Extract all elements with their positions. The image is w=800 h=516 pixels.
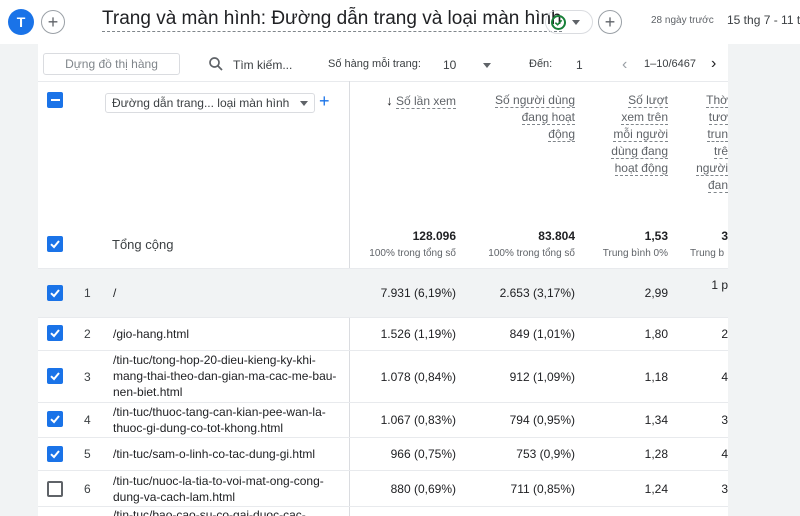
row-active-users: 912 (1,09%) xyxy=(509,370,575,384)
check-circle-icon xyxy=(551,14,566,30)
total-views: 128.096 xyxy=(412,229,456,243)
plus-icon: + xyxy=(604,12,616,32)
row-views-per-user: 1,18 xyxy=(644,370,668,384)
plot-rows-button[interactable]: Dựng đồ thị hàng xyxy=(43,53,180,75)
row-checkbox[interactable] xyxy=(47,325,63,341)
row-active-users: 753 (0,9%) xyxy=(516,447,575,461)
row-views-per-user: 1,28 xyxy=(644,447,668,461)
row-page-path[interactable]: / xyxy=(113,285,338,301)
row-views-per-user: 1,80 xyxy=(644,327,668,341)
dimension-select[interactable]: Đường dẫn trang... loại màn hình xyxy=(105,93,315,113)
select-all-checkbox[interactable] xyxy=(47,92,63,108)
row-number: 2 xyxy=(84,327,91,341)
add-comparison-button[interactable]: + xyxy=(41,10,65,34)
total-engagement-time: 3 xyxy=(721,229,728,243)
avatar[interactable]: T xyxy=(8,9,34,35)
row-page-path[interactable]: /tin-tuc/thuoc-tang-can-kian-pee-wan-la-… xyxy=(113,404,338,436)
left-gutter xyxy=(0,44,38,516)
chevron-down-icon[interactable] xyxy=(483,63,491,68)
row-active-users: 849 (1,01%) xyxy=(509,327,575,341)
row-page-path[interactable]: /tin-tuc/bao-cao-su-co-gai-duoc-cac- xyxy=(113,507,338,516)
add-report-button[interactable]: + xyxy=(598,10,622,34)
row-engagement-time: 2 xyxy=(721,327,728,341)
row-number: 3 xyxy=(84,370,91,384)
row-engagement-time: 1 p xyxy=(711,278,728,292)
divider xyxy=(38,437,728,438)
row-number: 5 xyxy=(84,447,91,461)
row-page-path[interactable]: /gio-hang.html xyxy=(113,326,338,342)
dimension-select-label: Đường dẫn trang... loại màn hình xyxy=(112,96,290,110)
row-views: 1.078 (0,84%) xyxy=(380,370,456,384)
row-views: 7.931 (6,19%) xyxy=(380,286,456,300)
chevron-down-icon xyxy=(300,101,308,106)
row-page-path[interactable]: /tin-tuc/sam-o-linh-co-tac-dung-gi.html xyxy=(113,446,338,462)
divider xyxy=(38,81,728,82)
search-input[interactable]: Tìm kiếm... xyxy=(233,58,292,72)
report-status-chip[interactable] xyxy=(545,10,593,34)
row-checkbox[interactable] xyxy=(47,285,63,301)
add-dimension-button[interactable]: + xyxy=(319,91,330,112)
page-range: 1–10/6467 xyxy=(644,58,696,70)
prev-page-icon[interactable]: ‹ xyxy=(622,56,627,74)
row-page-path[interactable]: /tin-tuc/nuoc-la-tia-to-voi-mat-ong-cong… xyxy=(113,473,338,505)
total-active-users: 83.804 xyxy=(538,229,575,243)
row-number: 6 xyxy=(84,482,91,496)
total-time-sub: Trung b xyxy=(690,248,725,259)
row-views-per-user: 1,34 xyxy=(644,413,668,427)
column-header-views-per-user[interactable]: Số lượt xem trên mỗi người dùng đang hoạt độ… xyxy=(595,92,668,177)
row-views-per-user: 1,24 xyxy=(644,482,668,496)
total-per-user-sub: Trung bình 0% xyxy=(602,248,668,259)
row-checkbox[interactable] xyxy=(47,446,63,462)
search-icon xyxy=(209,57,223,71)
totals-label: Tổng cộng xyxy=(112,237,174,252)
date-range-picker[interactable]: 15 thg 7 - 11 th xyxy=(727,13,800,27)
column-header-engagement-time[interactable]: Thờ tươ trun trê người đan xyxy=(690,92,728,194)
rows-per-page-label: Số hàng mỗi trang: xyxy=(328,58,421,70)
total-views-sub: 100% trong tổng số xyxy=(369,248,456,259)
plus-icon: + xyxy=(47,12,59,32)
row-active-users: 794 (0,95%) xyxy=(509,413,575,427)
divider xyxy=(38,317,728,318)
row-number: 4 xyxy=(84,413,91,427)
row-engagement-time: 4 xyxy=(721,370,728,384)
date-compare-label: 28 ngày trước xyxy=(651,15,714,26)
row-number: 1 xyxy=(84,286,91,300)
row-page-path[interactable]: /tin-tuc/tong-hop-20-dieu-kieng-ky-khi-m… xyxy=(113,352,338,400)
divider xyxy=(38,402,728,403)
total-users-sub: 100% trong tổng số xyxy=(488,248,575,259)
totals-checkbox[interactable] xyxy=(47,236,63,252)
row-views: 880 (0,69%) xyxy=(390,482,456,496)
row-checkbox[interactable] xyxy=(47,368,63,384)
divider xyxy=(38,470,728,471)
right-gutter xyxy=(728,44,800,516)
sort-down-icon: ↓ xyxy=(386,93,393,108)
row-active-users: 2.653 (3,17%) xyxy=(499,286,575,300)
total-views-per-user: 1,53 xyxy=(644,229,668,243)
row-engagement-time: 4 xyxy=(721,447,728,461)
next-page-icon[interactable]: › xyxy=(711,55,716,73)
row-views-per-user: 2,99 xyxy=(644,286,668,300)
goto-page-label: Đến: xyxy=(529,58,553,70)
chevron-down-icon xyxy=(572,19,580,25)
top-bar: T + Trang và màn hình: Đường dẫn trang v… xyxy=(0,0,800,44)
goto-page-input[interactable]: 1 xyxy=(576,58,583,72)
row-engagement-time: 3 xyxy=(721,482,728,496)
divider xyxy=(38,350,728,351)
rows-per-page-select[interactable]: 10 xyxy=(443,58,456,72)
column-header-views[interactable]: ↓ Số lần xem xyxy=(370,92,456,110)
row-checkbox[interactable] xyxy=(47,481,63,497)
column-header-active-users[interactable]: Số người dùng đang hoạt động xyxy=(480,92,575,143)
page-title: Trang và màn hình: Đường dẫn trang và lo… xyxy=(102,8,562,32)
row-active-users: 711 (0,85%) xyxy=(510,482,575,496)
row-checkbox[interactable] xyxy=(47,411,63,427)
row-engagement-time: 3 xyxy=(721,413,728,427)
table-toolbar: Dựng đồ thị hàng Tìm kiếm... Số hàng mỗi… xyxy=(38,50,728,80)
row-views: 966 (0,75%) xyxy=(390,447,456,461)
row-views: 1.526 (1,19%) xyxy=(380,327,456,341)
row-views: 1.067 (0,83%) xyxy=(380,413,456,427)
